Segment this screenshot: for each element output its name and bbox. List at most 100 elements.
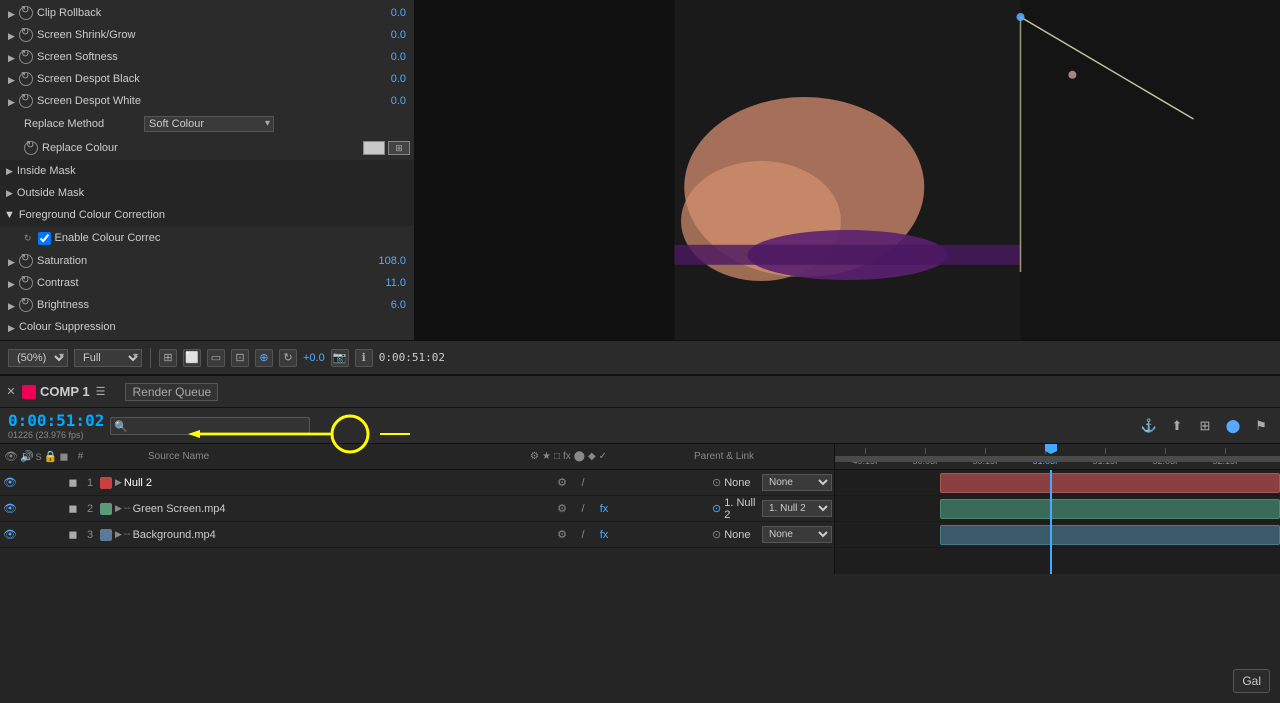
layer2-sw-slash[interactable]: / (573, 503, 593, 515)
box-icon[interactable]: ⬜ (183, 349, 201, 367)
layer1-parent: ⊙ None None (712, 474, 832, 491)
plus-value: +0.0 (303, 352, 325, 364)
grid-icon[interactable]: ⊞ (159, 349, 177, 367)
layer1-vis-icon[interactable]: 👁 (2, 476, 18, 489)
foreground-triangle[interactable]: ▼ (4, 209, 15, 221)
rect-icon[interactable]: ▭ (207, 349, 225, 367)
clip-rollback-cycle[interactable] (19, 6, 33, 20)
outside-mask-section: ▶ Outside Mask (0, 182, 414, 204)
layer2-sw-fx[interactable]: fx (594, 503, 614, 515)
lift-icon-btn[interactable]: ⬆ (1166, 415, 1188, 437)
timeline-timecode[interactable]: 0:00:51:02 (8, 411, 104, 430)
fps-display: 01226 (23.976 fps) (8, 430, 104, 440)
layer1-parent-dropdown[interactable]: None (762, 474, 832, 491)
header-audio-icon[interactable]: 🔊 (20, 450, 34, 463)
solo-icon-btn[interactable]: ⬤ (1222, 415, 1244, 437)
layer2-label-btn[interactable]: ◼ (66, 502, 80, 515)
screen-shrink-cycle[interactable] (19, 28, 33, 42)
clip-greenscreen[interactable] (940, 499, 1280, 519)
comp-icon-btn[interactable]: ⊞ (1194, 415, 1216, 437)
ruler-ticks: 49:15f 50:03f 50:15f 51:03f 51:15f 52:03… (835, 456, 1280, 466)
header-solo-icon[interactable]: S (36, 452, 42, 462)
layer3-sw-fx[interactable]: fx (594, 529, 614, 541)
layer3-label-btn[interactable]: ◼ (66, 528, 80, 541)
layer-search-input[interactable] (110, 417, 310, 435)
screen-softness-cycle[interactable] (19, 50, 33, 64)
foreground-label: Foreground Colour Correction (19, 209, 165, 221)
screen-softness-triangle[interactable]: ▶ (8, 53, 16, 61)
header-vis-icon[interactable]: 👁 (4, 450, 18, 463)
zoom-select[interactable]: (50%) 25% 100% (8, 349, 68, 367)
layer1-sw-compose[interactable]: ⚙ (552, 476, 572, 489)
screen-shrink-triangle[interactable]: ▶ (8, 31, 16, 39)
header-label-icon[interactable]: ◼ (59, 450, 68, 463)
screen-despot-black-cycle[interactable] (19, 72, 33, 86)
contrast-triangle[interactable]: ▶ (8, 279, 16, 287)
refresh-icon[interactable]: ↻ (279, 349, 297, 367)
brightness-value: 6.0 (391, 299, 406, 311)
link-icon-btn[interactable]: ⚓ (1138, 415, 1160, 437)
replace-method-select[interactable]: Soft Colour Hard Colour None (144, 116, 274, 132)
comp1-tab-label[interactable]: COMP 1 (40, 384, 90, 399)
screen-softness-label: Screen Softness (37, 51, 391, 63)
comp1-close-icon[interactable]: ✕ (4, 385, 18, 399)
layer3-sw-compose[interactable]: ⚙ (552, 528, 572, 541)
quality-select[interactable]: Full Half Quarter (74, 349, 142, 367)
layer3-parent-dropdown[interactable]: None (762, 526, 832, 543)
header-lock-icon[interactable]: 🔒 (44, 450, 58, 463)
screen-despot-white-triangle[interactable]: ▶ (8, 97, 16, 105)
brightness-cycle[interactable] (19, 298, 33, 312)
saturation-triangle[interactable]: ▶ (8, 257, 16, 265)
clip-null2[interactable] (940, 473, 1280, 493)
gallery-button[interactable]: Gal (1233, 669, 1270, 693)
screen-despot-white-cycle[interactable] (19, 94, 33, 108)
layer1-label-btn[interactable]: ◼ (66, 476, 80, 489)
comp1-tab-menu[interactable]: ☰ (96, 385, 106, 398)
contrast-label: Contrast (37, 277, 385, 289)
colour-swatch[interactable] (363, 141, 385, 155)
header-sw-2: ★ (542, 451, 551, 462)
color-icon[interactable]: ⊕ (255, 349, 273, 367)
enable-colour-checkbox[interactable] (38, 232, 51, 245)
screen-despot-white-value: 0.0 (391, 95, 406, 107)
timeline-toolbar: 0:00:51:02 01226 (23.976 fps) 🔍 ⚓ ⬆ ⊞ ⬤ … (0, 408, 1280, 444)
layer-row-1: 👁 ◼ 1 ▶ Null 2 ⚙ / ⊙ None None (0, 470, 834, 496)
replace-colour-cycle-icon[interactable] (24, 141, 38, 155)
contrast-cycle[interactable] (19, 276, 33, 290)
saturation-row: ▶ Saturation 108.0 (0, 250, 414, 272)
layer2-parent-dropdown[interactable]: 1. Null 2 None (762, 500, 832, 517)
layer-headers-row: 👁 🔊 S 🔒 ◼ # Source Name ⚙ ★ □ fx ⬤ ◆ ✓ (0, 444, 834, 470)
replace-method-row: Replace Method Soft Colour Hard Colour N… (0, 112, 414, 136)
clip-rollback-triangle[interactable]: ▶ (8, 9, 16, 17)
layer2-vis-icon[interactable]: 👁 (2, 502, 18, 515)
layer3-vis-icon[interactable]: 👁 (2, 528, 18, 541)
screen-despot-black-triangle[interactable]: ▶ (8, 75, 16, 83)
video-content (415, 0, 1280, 340)
camera-icon[interactable]: 📷 (331, 349, 349, 367)
layer1-name[interactable]: Null 2 (124, 477, 552, 489)
layer3-expand[interactable]: ▶ (115, 529, 122, 540)
outside-mask-triangle[interactable]: ▶ (6, 188, 13, 199)
layer3-switches: ⚙ / fx (552, 528, 712, 541)
header-parent: Parent & Link (690, 451, 830, 462)
layer2-expand[interactable]: ▶ (115, 503, 122, 514)
layer1-sw-slash[interactable]: / (573, 477, 593, 489)
colour-suppression-triangle[interactable]: ▶ (8, 323, 16, 331)
layer1-expand[interactable]: ▶ (115, 477, 122, 488)
render-queue-tab[interactable]: Render Queue (125, 383, 218, 401)
layer2-sw-compose[interactable]: ⚙ (552, 502, 572, 515)
screen-despot-black-label: Screen Despot Black (37, 73, 391, 85)
inside-mask-triangle[interactable]: ▶ (6, 166, 13, 177)
flags-icon-btn[interactable]: ⚑ (1250, 415, 1272, 437)
colour-picker-icon[interactable]: ⊞ (388, 141, 410, 155)
info-icon[interactable]: ℹ (355, 349, 373, 367)
layer3-sw-slash[interactable]: / (573, 529, 593, 541)
layer2-name[interactable]: Green Screen.mp4 (133, 503, 552, 515)
saturation-cycle[interactable] (19, 254, 33, 268)
timeline-ruler: 49:15f 50:03f 50:15f 51:03f 51:15f 52:03… (835, 444, 1280, 470)
clip-background[interactable] (940, 525, 1280, 545)
overlay-icon[interactable]: ⊡ (231, 349, 249, 367)
layer3-name[interactable]: Background.mp4 (133, 529, 552, 541)
layer3-num: 3 (80, 529, 100, 541)
brightness-triangle[interactable]: ▶ (8, 301, 16, 309)
